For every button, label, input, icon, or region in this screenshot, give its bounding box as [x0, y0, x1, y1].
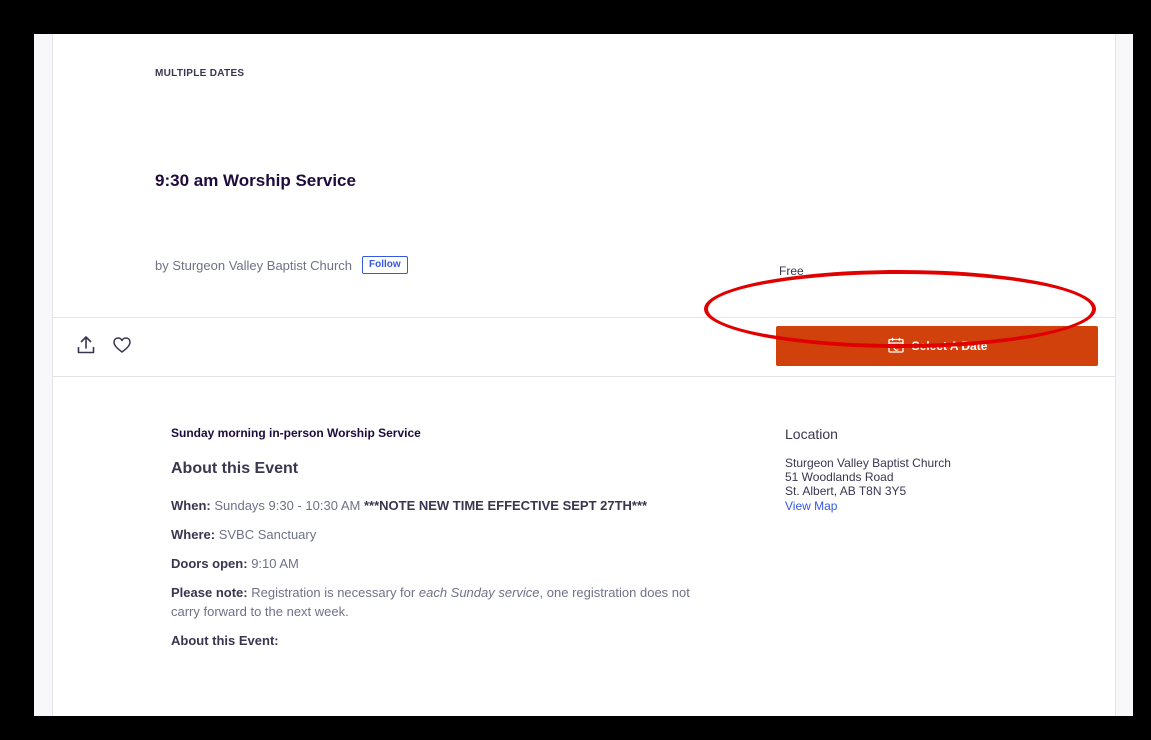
note-label: Please note:	[171, 585, 248, 600]
where-value: SVBC Sanctuary	[218, 527, 317, 542]
organizer-name[interactable]: by Sturgeon Valley Baptist Church	[155, 258, 352, 273]
event-title: 9:30 am Worship Service	[155, 171, 356, 190]
follow-button[interactable]: Follow	[362, 256, 408, 274]
event-page-card: MULTIPLE DATES 9:30 am Worship Service b…	[52, 34, 1116, 716]
event-description: Sunday morning in-person Worship Service…	[171, 426, 691, 660]
calendar-icon	[887, 336, 905, 357]
when-note: ***NOTE NEW TIME EFFECTIVE SEPT 27TH***	[363, 498, 648, 513]
share-upload-icon[interactable]	[75, 334, 97, 356]
organizer-row: by Sturgeon Valley Baptist Church Follow	[155, 256, 408, 274]
location-street: 51 Woodlands Road	[785, 470, 894, 484]
about-heading: About this Event	[171, 460, 299, 477]
when-label: When:	[171, 498, 211, 513]
when-paragraph: When: Sundays 9:30 - 10:30 AM ***NOTE NE…	[171, 496, 691, 515]
divider-bottom	[53, 376, 1115, 377]
event-price: Free	[779, 264, 804, 278]
browser-viewport: MULTIPLE DATES 9:30 am Worship Service b…	[34, 34, 1133, 716]
select-date-button[interactable]: Select A Date	[776, 326, 1098, 366]
event-summary: Sunday morning in-person Worship Service	[171, 426, 421, 440]
about-sub-paragraph: About this Event:	[171, 631, 691, 650]
heart-icon[interactable]	[111, 334, 133, 356]
location-heading: Location	[785, 426, 838, 442]
note-text-1: Registration is necessary for	[251, 585, 416, 600]
about-sub-label: About this Event:	[171, 633, 279, 648]
where-label: Where:	[171, 527, 216, 542]
where-paragraph: Where: SVBC Sanctuary	[171, 525, 691, 544]
event-date-label: MULTIPLE DATES	[155, 68, 245, 79]
note-paragraph: Please note: Registration is necessary f…	[171, 583, 691, 621]
select-date-label: Select A Date	[911, 339, 988, 353]
note-emphasis: each Sunday service	[418, 585, 540, 600]
action-bar: Select A Date	[53, 318, 1115, 376]
doors-value: 9:10 AM	[251, 556, 299, 571]
view-map-link[interactable]: View Map	[785, 498, 1045, 514]
location-venue: Sturgeon Valley Baptist Church	[785, 456, 951, 470]
doors-paragraph: Doors open: 9:10 AM	[171, 554, 691, 573]
when-value: Sundays 9:30 - 10:30 AM	[214, 498, 361, 513]
location-panel: Location Sturgeon Valley Baptist Church …	[785, 426, 1045, 514]
location-city: St. Albert, AB T8N 3Y5	[785, 484, 907, 498]
doors-label: Doors open:	[171, 556, 248, 571]
